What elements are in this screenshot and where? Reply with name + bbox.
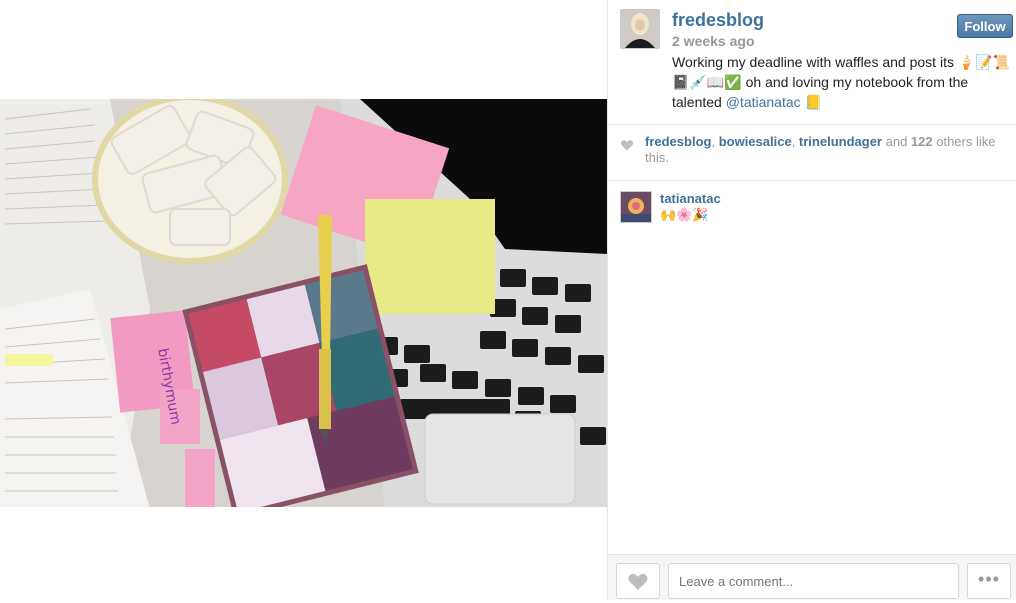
likes-text: fredesblog, bowiesalice, trinelundager a…: [620, 134, 1009, 166]
divider: [608, 180, 1016, 181]
like-user-link[interactable]: trinelundager: [799, 134, 882, 149]
post-username[interactable]: fredesblog: [672, 10, 764, 31]
likes-and-text: and: [882, 134, 911, 149]
caption-notebook-emoji: 📒: [804, 94, 822, 110]
comment-avatar-image: [621, 192, 651, 222]
photo-illustration: birthymum: [0, 99, 607, 507]
post-sidebar: fredesblog 2 weeks ago Follow Working my…: [607, 0, 1016, 600]
likes-count[interactable]: 122: [911, 134, 933, 149]
comment-avatar[interactable]: [620, 191, 652, 223]
caption-mention-link[interactable]: @tatianatac: [726, 94, 801, 110]
comment-item: tatianatac 🙌🌸🎉: [620, 191, 1007, 231]
like-user-link[interactable]: fredesblog: [645, 134, 711, 149]
like-button[interactable]: [616, 563, 660, 599]
avatar-image: [621, 10, 659, 48]
divider: [608, 124, 1016, 125]
avatar[interactable]: [620, 9, 660, 49]
comment-text: 🙌🌸🎉: [660, 207, 709, 222]
like-user-link[interactable]: bowiesalice: [719, 134, 792, 149]
post-photo[interactable]: birthymum: [0, 99, 607, 507]
follow-button[interactable]: Follow: [957, 14, 1013, 38]
post-header: fredesblog 2 weeks ago Follow Working my…: [620, 9, 1016, 124]
post-caption: Working my deadline with waffles and pos…: [672, 52, 1012, 112]
post-timestamp[interactable]: 2 weeks ago: [672, 33, 755, 49]
heart-icon: [628, 573, 648, 590]
likes-separator: ,: [791, 134, 799, 149]
comment-footer: •••: [608, 554, 1016, 600]
likes-summary: fredesblog, bowiesalice, trinelundager a…: [620, 134, 1009, 166]
more-button[interactable]: •••: [967, 563, 1011, 599]
photo-area: birthymum: [0, 0, 607, 600]
likes-separator: ,: [711, 134, 719, 149]
caption-text: Working my deadline with waffles and pos…: [672, 54, 954, 70]
heart-icon: [620, 140, 634, 151]
comment-input[interactable]: [668, 563, 959, 599]
comment-username[interactable]: tatianatac: [660, 191, 721, 206]
